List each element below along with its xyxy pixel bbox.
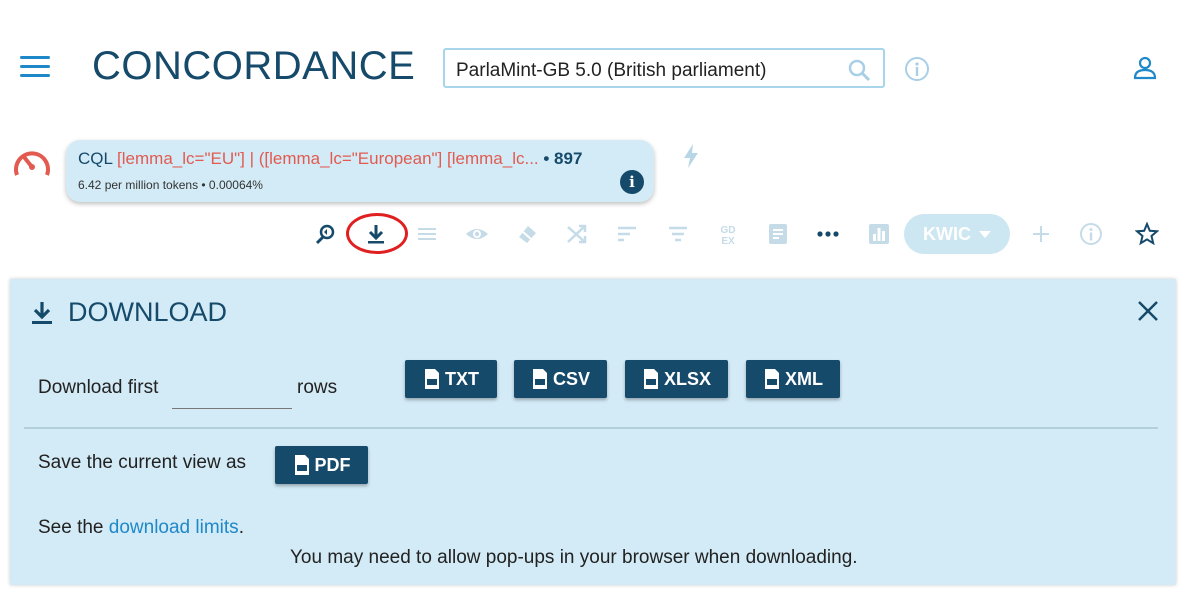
download-icon[interactable] bbox=[362, 220, 390, 248]
plus-icon[interactable] bbox=[1027, 220, 1055, 248]
app-header: CONCORDANCE ParlaMint-GB 5.0 (British pa… bbox=[0, 0, 1187, 130]
rows-count-input[interactable] bbox=[172, 379, 292, 409]
panel-title: DOWNLOAD bbox=[68, 297, 228, 327]
rows-label: rows bbox=[297, 377, 338, 398]
search-icon[interactable] bbox=[312, 220, 340, 248]
query-info-icon[interactable]: i bbox=[620, 170, 644, 194]
format-label: XLSX bbox=[663, 368, 711, 389]
file-icon bbox=[294, 455, 309, 475]
document-icon[interactable] bbox=[764, 220, 792, 248]
file-icon bbox=[425, 369, 439, 389]
download-first-label: Download first bbox=[38, 377, 159, 398]
download-csv-button[interactable]: CSV bbox=[514, 360, 607, 398]
file-icon bbox=[643, 369, 658, 389]
period-text: . bbox=[238, 517, 244, 538]
query-type: CQL bbox=[78, 149, 113, 168]
lines-icon[interactable] bbox=[413, 220, 441, 248]
see-the-text: See the bbox=[38, 517, 109, 538]
svg-text:EX: EX bbox=[721, 236, 735, 246]
info-icon[interactable] bbox=[1077, 220, 1105, 248]
page-title: CONCORDANCE bbox=[92, 44, 416, 88]
view-mode-label: KWIC bbox=[923, 223, 971, 244]
save-view-label: Save the current view as bbox=[38, 452, 247, 473]
download-txt-button[interactable]: TXT bbox=[405, 360, 497, 398]
save-pdf-button[interactable]: PDF bbox=[275, 446, 368, 484]
file-icon bbox=[765, 369, 779, 389]
concordance-toolbar: GD EX KWIC bbox=[0, 212, 1187, 256]
sort-icon[interactable] bbox=[613, 220, 641, 248]
filter-icon[interactable] bbox=[664, 220, 692, 248]
chevron-down-icon bbox=[979, 230, 991, 238]
more-icon[interactable] bbox=[814, 220, 842, 248]
frequency-stats: 6.42 per million tokens • 0.00064% bbox=[78, 178, 263, 192]
result-count: • 897 bbox=[543, 149, 583, 168]
svg-text:GD: GD bbox=[721, 225, 736, 236]
user-icon[interactable] bbox=[1132, 55, 1158, 81]
chart-icon[interactable] bbox=[865, 220, 893, 248]
search-icon[interactable] bbox=[847, 58, 871, 82]
download-icon bbox=[32, 301, 52, 324]
popup-note: You may need to allow pop-ups in your br… bbox=[290, 547, 858, 568]
download-limits-note: See the download limits. bbox=[38, 517, 244, 539]
corpus-selector[interactable]: ParlaMint-GB 5.0 (British parliament) bbox=[443, 48, 885, 88]
speedometer-icon bbox=[14, 151, 50, 176]
eraser-icon[interactable] bbox=[513, 220, 541, 248]
file-icon bbox=[532, 369, 547, 389]
download-xml-button[interactable]: XML bbox=[746, 360, 840, 398]
menu-icon[interactable] bbox=[20, 56, 50, 78]
eye-icon[interactable] bbox=[463, 220, 491, 248]
format-label: CSV bbox=[552, 368, 590, 389]
download-panel: DOWNLOAD Download first rows TXT CSV XLS… bbox=[10, 279, 1176, 585]
corpus-name: ParlaMint-GB 5.0 (British parliament) bbox=[456, 60, 767, 81]
format-label: TXT bbox=[445, 368, 479, 389]
divider bbox=[24, 427, 1158, 429]
pdf-label: PDF bbox=[314, 454, 351, 475]
gdex-icon[interactable]: GD EX bbox=[714, 220, 742, 248]
panel-header: DOWNLOAD bbox=[30, 297, 227, 328]
view-mode-dropdown[interactable]: KWIC bbox=[904, 214, 1010, 254]
download-xlsx-button[interactable]: XLSX bbox=[625, 360, 728, 398]
lightning-icon[interactable] bbox=[681, 143, 701, 169]
format-label: XML bbox=[785, 368, 823, 389]
star-icon[interactable] bbox=[1133, 220, 1161, 248]
info-icon[interactable] bbox=[904, 56, 930, 82]
download-limits-link[interactable]: download limits bbox=[109, 517, 239, 538]
close-icon[interactable] bbox=[1136, 299, 1160, 323]
query-summary[interactable]: CQL [lemma_lc="EU"] | ([lemma_lc="Europe… bbox=[66, 140, 654, 202]
query-text: [lemma_lc="EU"] | ([lemma_lc="European"]… bbox=[112, 149, 544, 168]
shuffle-icon[interactable] bbox=[563, 220, 591, 248]
